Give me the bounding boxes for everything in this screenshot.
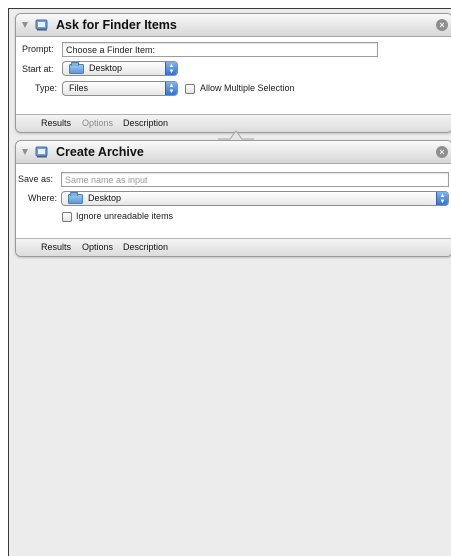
allow-multiple-label: Allow Multiple Selection <box>200 83 295 93</box>
type-popup[interactable]: Files ▲ ▼ <box>62 81 178 96</box>
allow-multiple-checkbox[interactable] <box>185 84 195 94</box>
popup-stepper-icon: ▲ ▼ <box>436 192 448 205</box>
tab-options[interactable]: Options <box>82 242 113 252</box>
tab-description[interactable]: Description <box>123 118 168 128</box>
prompt-label: Prompt: <box>22 44 54 54</box>
where-label: Where: <box>28 193 58 203</box>
popup-stepper-icon: ▲ ▼ <box>165 82 177 95</box>
action-tab-bar: Results Options Description <box>16 238 451 256</box>
finder-app-icon <box>35 146 48 158</box>
action-title: Create Archive <box>56 145 144 159</box>
close-icon[interactable]: × <box>436 146 448 158</box>
action-header: Create Archive × <box>16 141 451 164</box>
type-label: Type: <box>35 83 58 93</box>
folder-icon <box>68 192 83 204</box>
action-create-archive: Create Archive × Save as: Where: Desktop… <box>15 140 451 257</box>
workflow-area: Ask for Finder Items × Prompt: Start at:… <box>8 8 451 556</box>
disclosure-triangle-icon[interactable] <box>22 149 28 155</box>
disclosure-triangle-icon[interactable] <box>22 22 28 28</box>
start-at-label: Start at: <box>22 64 54 74</box>
where-popup[interactable]: Desktop ▲ ▼ <box>61 191 449 206</box>
save-as-field[interactable] <box>61 172 449 187</box>
folder-icon <box>69 62 84 74</box>
close-icon[interactable]: × <box>436 19 448 31</box>
tab-results[interactable]: Results <box>41 242 71 252</box>
popup-stepper-icon: ▲ ▼ <box>165 62 177 75</box>
action-title: Ask for Finder Items <box>56 18 177 32</box>
finder-app-icon <box>35 19 48 31</box>
start-at-value: Desktop <box>89 63 123 73</box>
start-at-popup[interactable]: Desktop ▲ ▼ <box>62 61 178 76</box>
tab-options: Options <box>82 118 114 128</box>
save-as-label: Save as: <box>18 174 54 184</box>
ignore-unreadable-label: Ignore unreadable items <box>76 211 174 221</box>
action-header: Ask for Finder Items × <box>16 14 451 37</box>
ignore-unreadable-checkbox[interactable] <box>62 212 72 222</box>
action-ask-for-finder-items: Ask for Finder Items × Prompt: Start at:… <box>15 13 451 133</box>
where-value: Desktop <box>88 193 122 203</box>
tab-results[interactable]: Results <box>41 118 71 128</box>
prompt-field[interactable] <box>62 42 378 57</box>
type-value: Files <box>69 83 89 93</box>
tab-description[interactable]: Description <box>123 242 168 252</box>
